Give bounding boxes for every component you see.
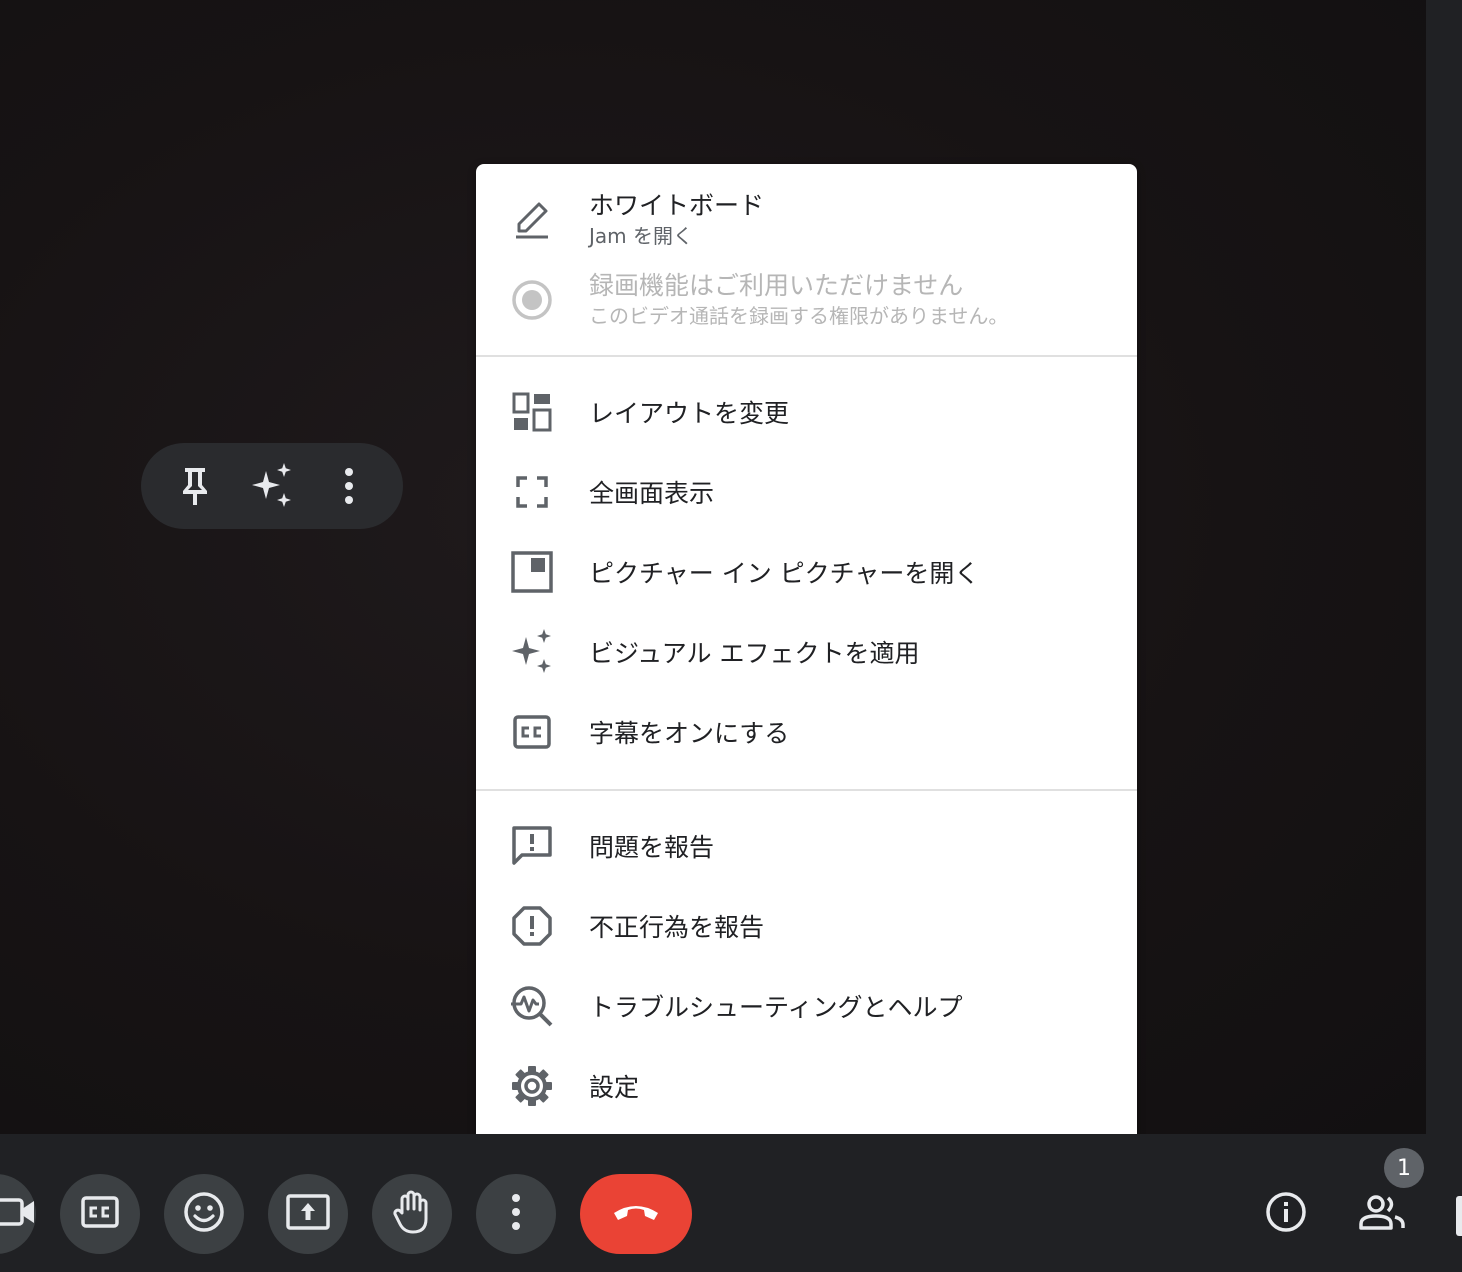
raise-hand-button[interactable] [372, 1174, 452, 1254]
menu-item-label: 字幕をオンにする [589, 719, 790, 748]
more-options-button[interactable] [476, 1174, 556, 1254]
layout-icon [508, 388, 556, 436]
more-vert-icon [511, 1194, 521, 1234]
menu-item-captions[interactable]: 字幕をオンにする [476, 692, 1137, 772]
fullscreen-icon [508, 468, 556, 516]
sparkle-icon[interactable] [248, 462, 296, 510]
menu-item-report-abuse[interactable]: 不正行為を報告 [476, 886, 1137, 966]
pin-icon[interactable] [171, 462, 219, 510]
tile-controls [141, 443, 403, 529]
menu-item-label: 不正行為を報告 [589, 913, 765, 942]
troubleshoot-icon [508, 982, 556, 1030]
picture-in-picture-icon [508, 548, 556, 596]
menu-item-label: 問題を報告 [589, 833, 715, 862]
activities-button-edge[interactable] [1456, 1196, 1462, 1236]
menu-item-report-problem[interactable]: 問題を報告 [476, 806, 1137, 886]
menu-item-label: レイアウトを変更 [589, 399, 790, 428]
info-icon [1265, 1191, 1307, 1237]
menu-item-title: ホワイトボード [589, 191, 765, 220]
menu-item-title: 録画機能はご利用いただけません [589, 271, 964, 300]
menu-item-picture-in-picture[interactable]: ピクチャー イン ピクチャーを開く [476, 532, 1137, 612]
menu-item-subtitle: このビデオ通話を録画する権限がありません。 [589, 304, 1009, 328]
reactions-button[interactable] [164, 1174, 244, 1254]
menu-item-fullscreen[interactable]: 全画面表示 [476, 452, 1137, 532]
present-button[interactable] [268, 1174, 348, 1254]
menu-item-label: 設定 [589, 1073, 640, 1102]
meeting-info-button[interactable] [1258, 1186, 1314, 1242]
menu-item-label: トラブルシューティングとヘルプ [589, 993, 963, 1022]
menu-item-recording: 録画機能はご利用いただけません このビデオ通話を録画する権限がありません。 [476, 260, 1137, 340]
participant-count-badge: 1 [1384, 1148, 1424, 1188]
present-screen-icon [286, 1194, 330, 1234]
people-button[interactable] [1354, 1186, 1410, 1242]
side-edge [1426, 0, 1462, 1134]
menu-item-subtitle: Jam を開く [589, 224, 693, 248]
closed-caption-icon [508, 708, 556, 756]
menu-divider [476, 355, 1137, 357]
menu-item-label: ビジュアル エフェクトを適用 [589, 639, 920, 668]
end-call-button[interactable] [580, 1174, 692, 1254]
menu-item-change-layout[interactable]: レイアウトを変更 [476, 372, 1137, 452]
raise-hand-icon [392, 1189, 432, 1239]
menu-item-troubleshooting[interactable]: トラブルシューティングとヘルプ [476, 966, 1137, 1046]
menu-divider [476, 789, 1137, 791]
captions-button[interactable] [60, 1174, 140, 1254]
sparkle-icon [508, 628, 556, 676]
gear-icon [508, 1062, 556, 1110]
report-abuse-icon [508, 902, 556, 950]
emoji-icon [183, 1191, 225, 1237]
menu-item-whiteboard[interactable]: ホワイトボード Jam を開く [476, 180, 1137, 260]
menu-item-label: 全画面表示 [589, 479, 715, 508]
feedback-icon [508, 822, 556, 870]
record-icon [508, 276, 556, 324]
menu-item-visual-effects[interactable]: ビジュアル エフェクトを適用 [476, 612, 1137, 692]
end-call-icon [611, 1201, 661, 1227]
menu-item-label: ピクチャー イン ピクチャーを開く [589, 559, 980, 588]
more-vert-icon[interactable] [325, 462, 373, 510]
pencil-icon [508, 196, 556, 244]
people-icon [1358, 1194, 1406, 1234]
more-options-menu: ホワイトボード Jam を開く 録画機能はご利用いただけません このビデオ通話を… [476, 164, 1137, 1143]
menu-item-settings[interactable]: 設定 [476, 1046, 1137, 1126]
closed-caption-icon [81, 1196, 119, 1232]
camera-icon [0, 1197, 38, 1231]
